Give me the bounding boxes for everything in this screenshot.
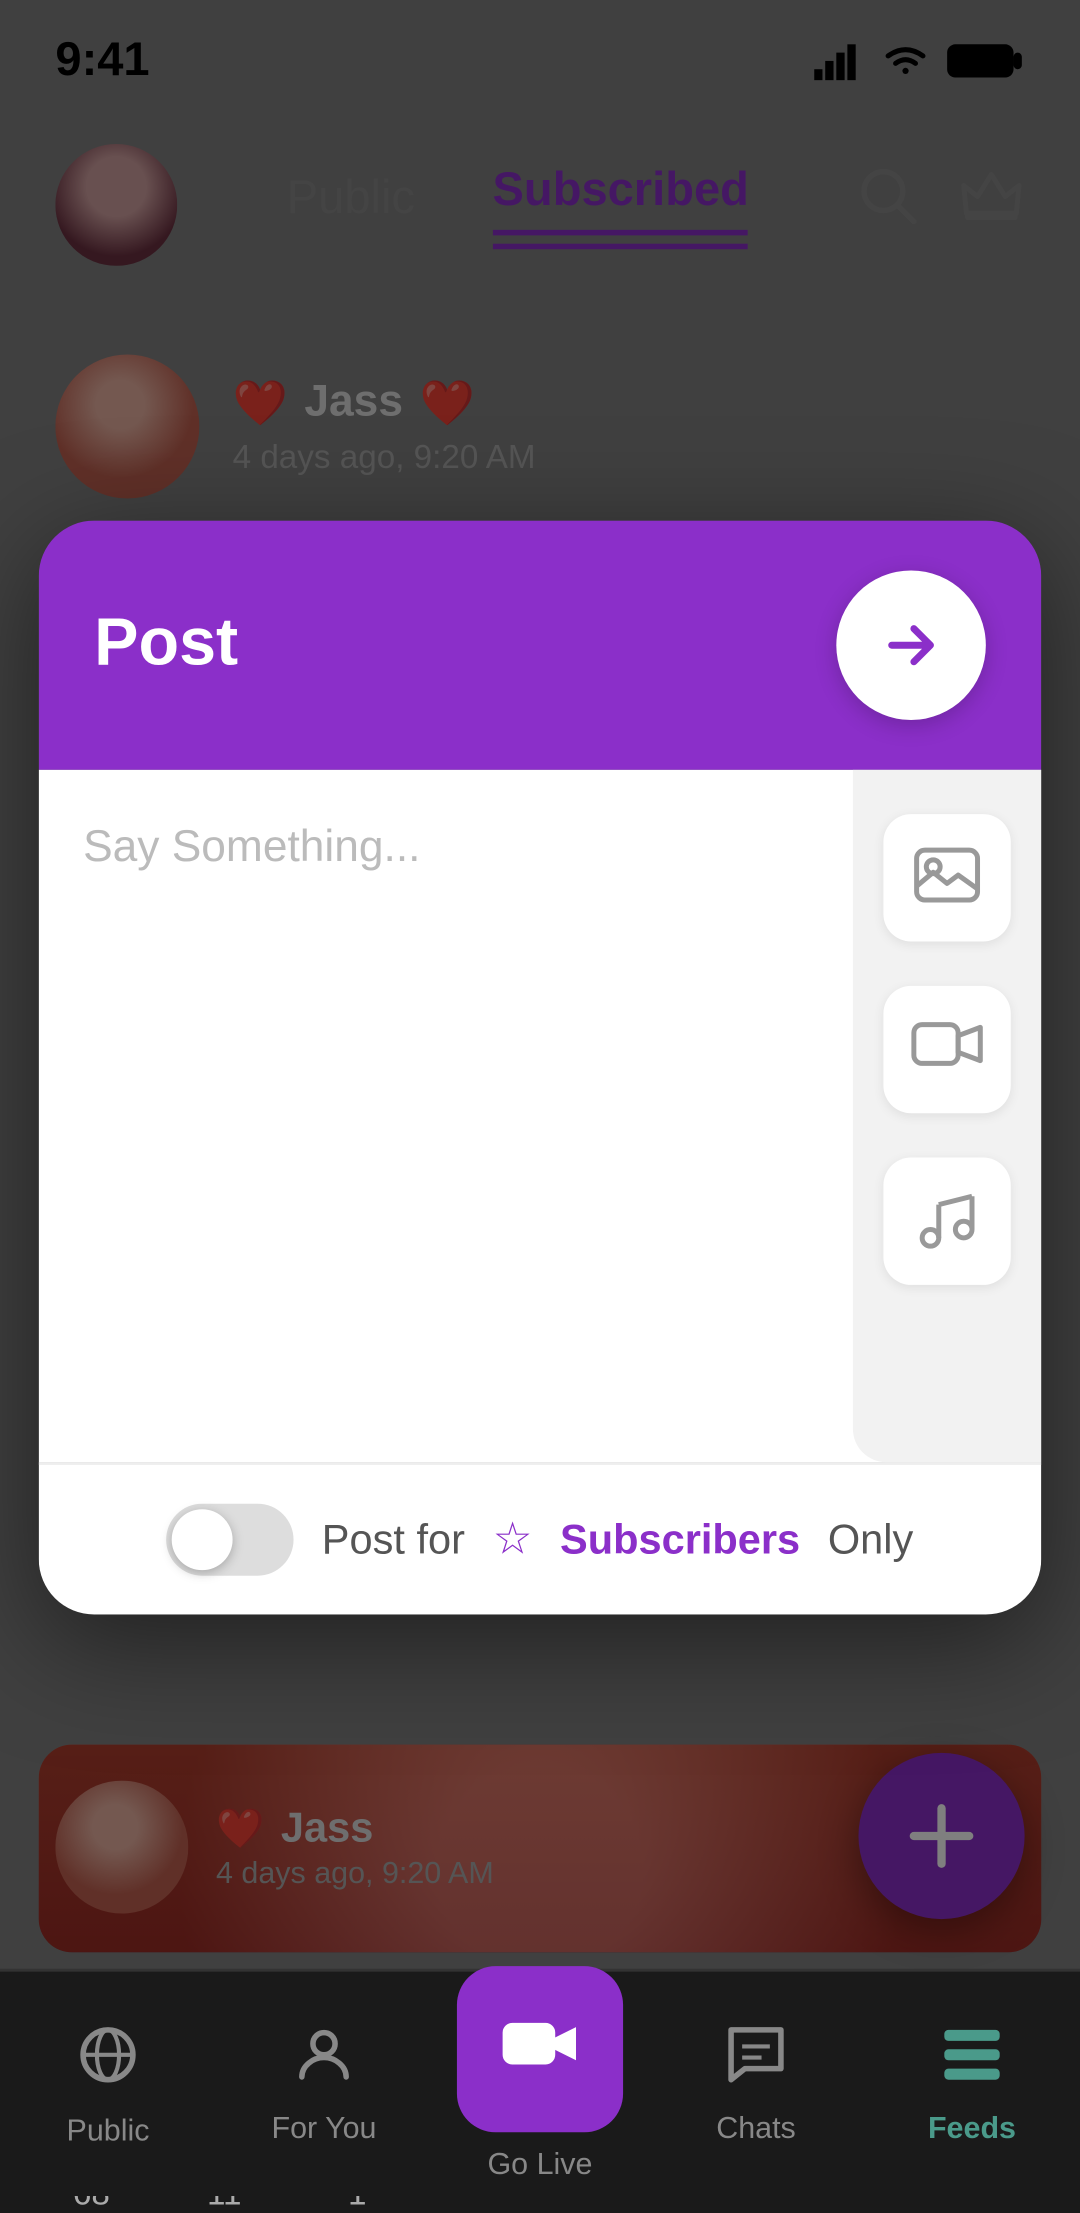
nav-feeds[interactable]: Feeds <box>864 2022 1080 2147</box>
modal-footer: Post for ☆ Subscribers Only <box>39 1462 1041 1614</box>
image-icon <box>914 847 980 908</box>
nav-public-label: Public <box>67 2114 150 2147</box>
text-input-area[interactable]: Say Something... <box>39 770 853 1462</box>
nav-chats[interactable]: Chats <box>648 2022 864 2147</box>
modal-header: Post <box>39 521 1041 770</box>
send-button[interactable] <box>836 570 986 720</box>
modal-title: Post <box>94 606 238 684</box>
only-label: Only <box>828 1516 913 1563</box>
nav-for-you[interactable]: For You <box>216 2022 432 2147</box>
public-icon <box>75 2020 141 2103</box>
media-sidebar <box>853 770 1041 1462</box>
image-upload-button[interactable] <box>883 814 1010 941</box>
post-modal: Post Say Something... <box>39 521 1041 1615</box>
music-icon <box>917 1191 978 1252</box>
nav-feeds-label: Feeds <box>928 2113 1016 2146</box>
modal-body: Say Something... <box>39 770 1041 1462</box>
for-you-icon <box>291 2022 357 2102</box>
camera-icon <box>501 2015 579 2081</box>
nav-go-live[interactable]: Go Live <box>432 1965 648 2181</box>
video-upload-button[interactable] <box>883 986 1010 1113</box>
nav-chats-label: Chats <box>716 2113 796 2146</box>
bottom-nav: Public For You Go Live <box>0 1969 1080 2196</box>
post-placeholder: Say Something... <box>83 825 420 872</box>
nav-go-live-label: Go Live <box>487 2148 592 2181</box>
video-icon <box>911 1022 983 1077</box>
subscribers-only-toggle[interactable] <box>167 1504 294 1576</box>
music-upload-button[interactable] <box>883 1158 1010 1285</box>
subscribers-label: Subscribers <box>560 1516 800 1563</box>
nav-public[interactable]: Public <box>0 2020 216 2147</box>
send-icon <box>881 615 942 676</box>
go-live-button[interactable] <box>457 1965 623 2131</box>
post-for-label: Post for <box>322 1516 465 1563</box>
star-icon: ☆ <box>493 1512 533 1567</box>
chats-icon <box>723 2022 789 2102</box>
feeds-icon <box>939 2022 1005 2102</box>
nav-for-you-label: For You <box>271 2113 376 2146</box>
